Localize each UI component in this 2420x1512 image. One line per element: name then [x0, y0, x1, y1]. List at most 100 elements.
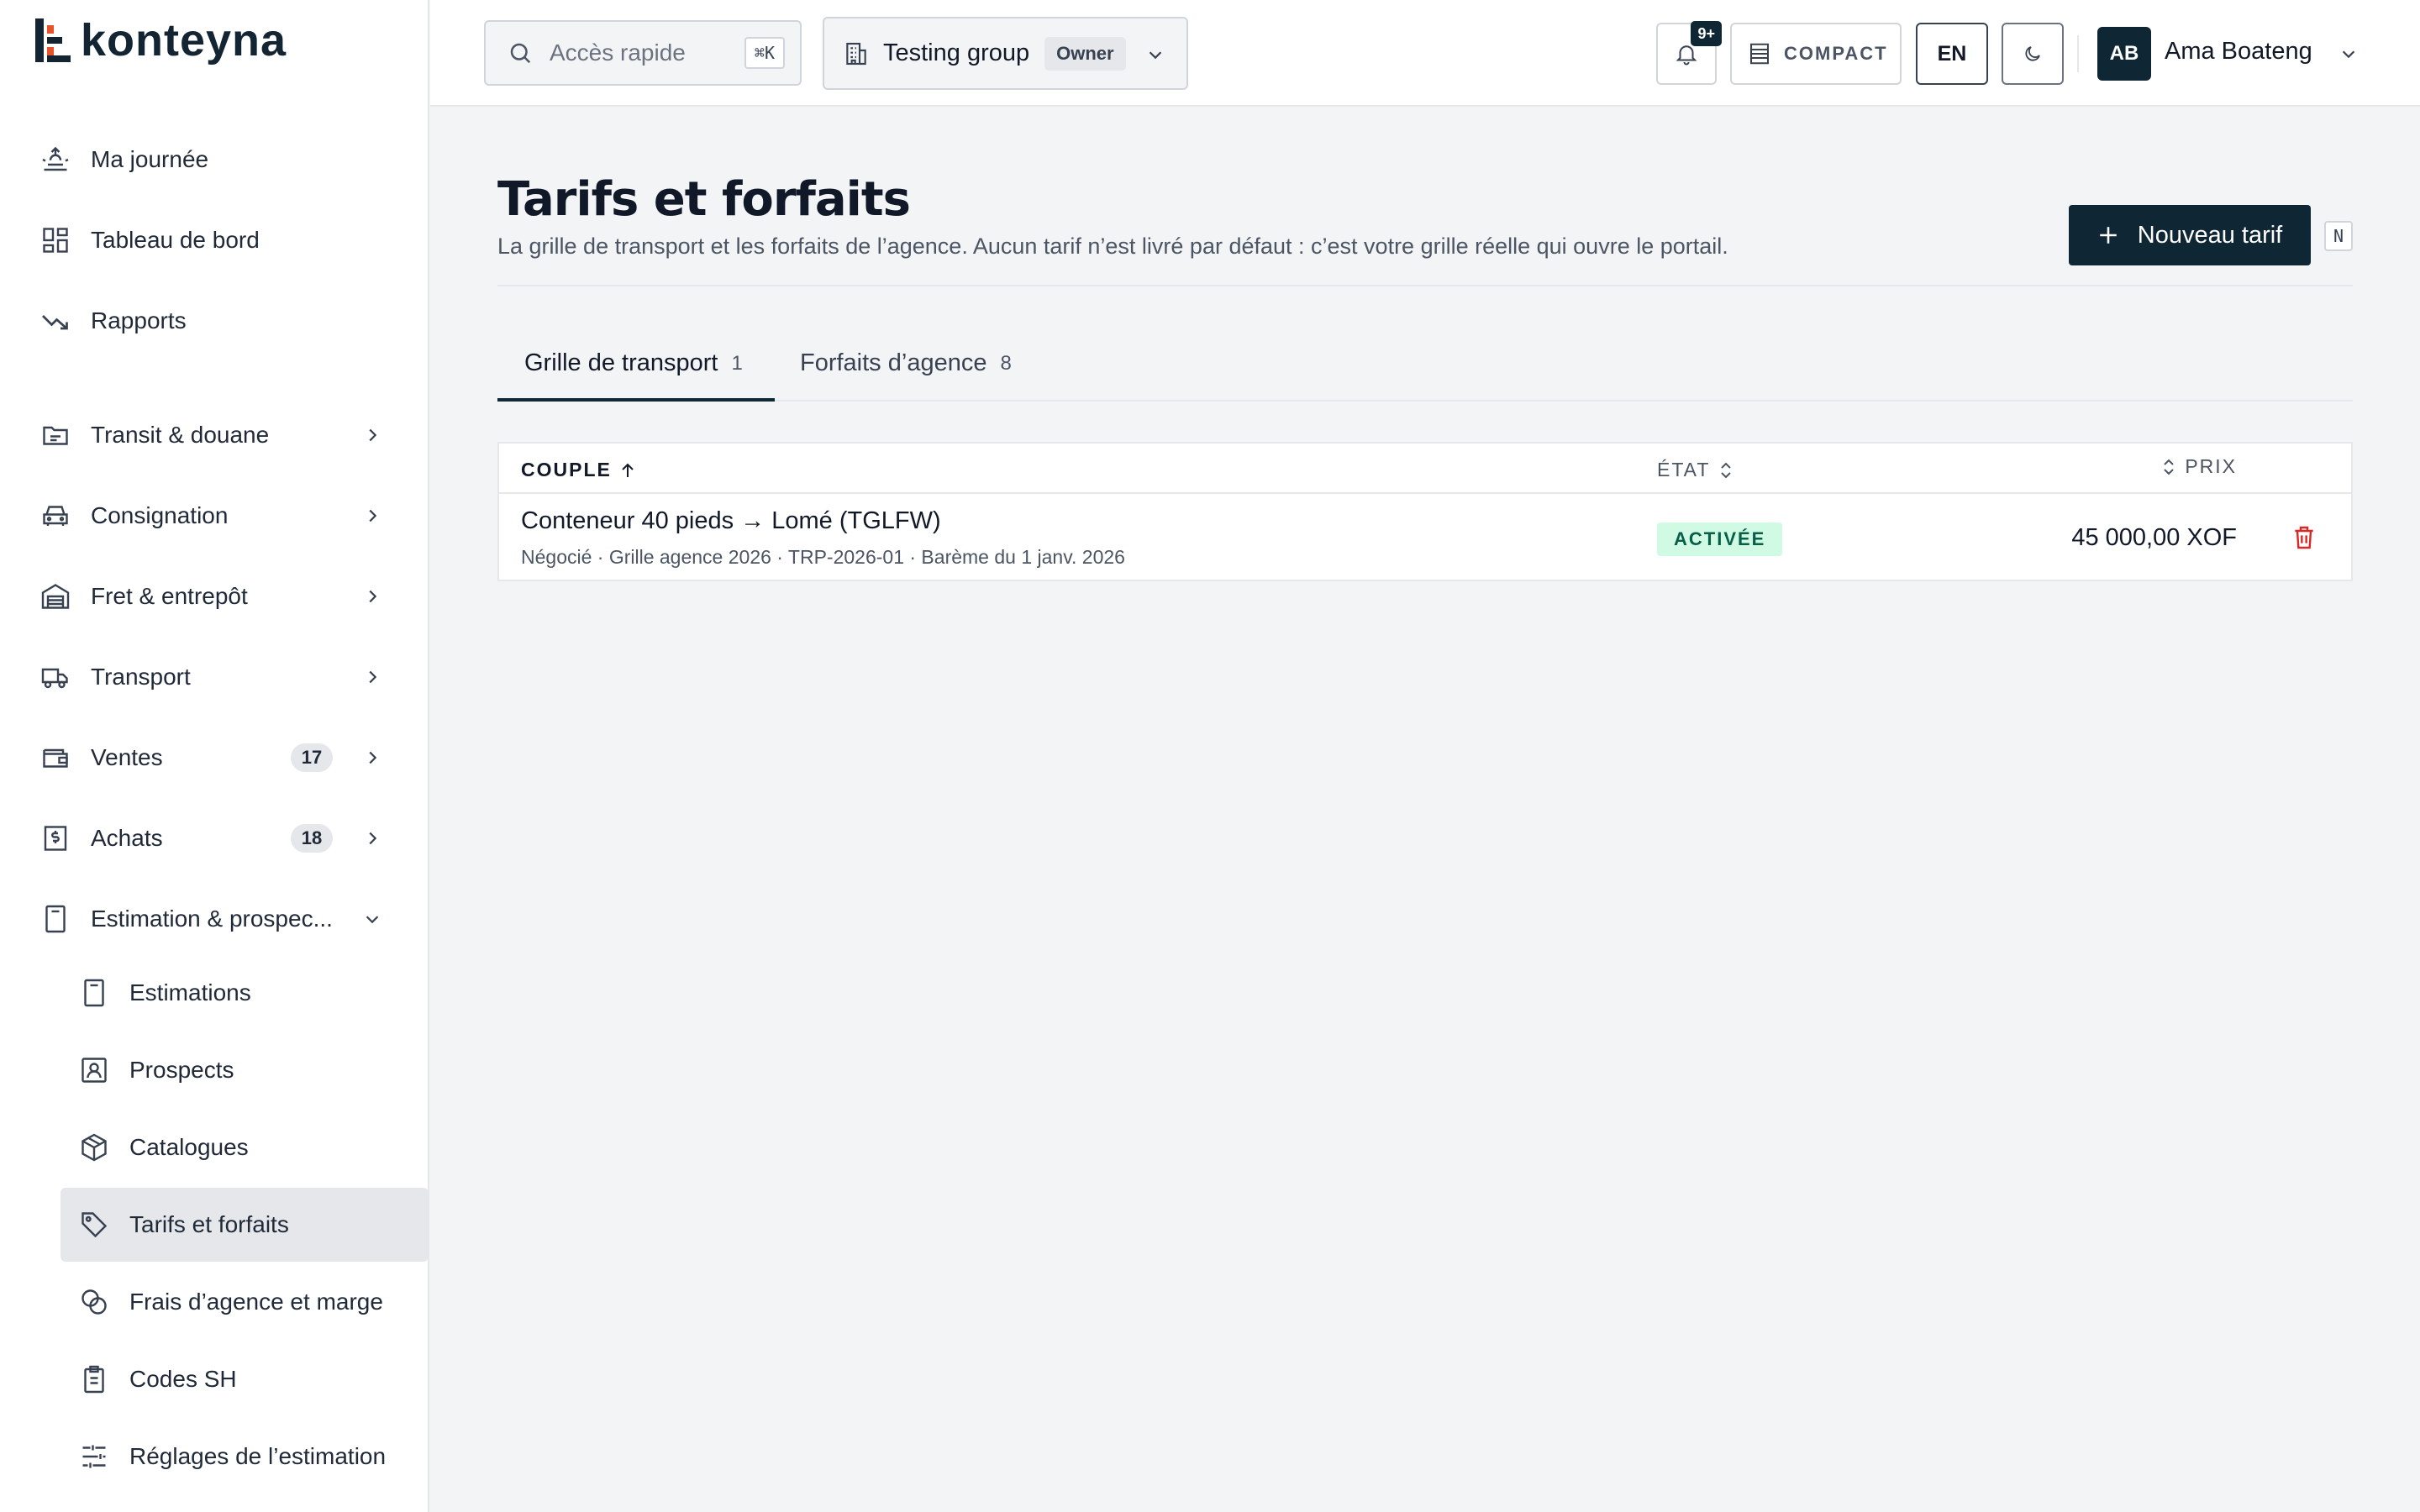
column-header-label: ÉTAT	[1657, 459, 1711, 480]
sort-icon	[2164, 459, 2175, 475]
user-name[interactable]: Ama Boateng	[2165, 38, 2312, 66]
moon-icon	[2025, 46, 2040, 61]
sidebar-item-label: Ma journée	[91, 146, 209, 172]
compact-toggle-button[interactable]: COMPACT	[1730, 23, 1902, 85]
column-header-prix[interactable]: PRIX	[2161, 455, 2237, 478]
sidebar-item-ventes[interactable]: Ventes 17	[40, 721, 408, 795]
sidebar-item-estimation-prospection[interactable]: Estimation & prospec...	[40, 882, 408, 956]
chevron-right-icon	[369, 751, 377, 764]
chevron-right-icon	[369, 509, 377, 522]
tariffs-table: COUPLE ÉTAT PRIX Conteneur 40 pieds → Lo…	[497, 442, 2353, 581]
org-name: Testing group	[883, 39, 1030, 66]
new-tariff-shortcut: N	[2324, 221, 2353, 251]
sidebar-item-tableau-de-bord[interactable]: Tableau de bord	[40, 203, 408, 277]
sidebar-item-fret-entrepot[interactable]: Fret & entrepôt	[40, 559, 408, 633]
page-subtitle: La grille de transport et les forfaits d…	[497, 234, 1728, 259]
column-header-label: COUPLE	[521, 459, 612, 480]
logo-text: konteyna	[81, 15, 287, 66]
sidebar-item-label: Tarifs et forfaits	[129, 1211, 289, 1237]
sidebar-item-label: Consignation	[91, 502, 229, 528]
chevron-right-icon	[369, 428, 377, 442]
sidebar-item-reglages-estimation[interactable]: Réglages de l’estimation	[60, 1420, 429, 1494]
sidebar-item-label: Transit & douane	[91, 422, 270, 448]
sidebar-item-codes-sh[interactable]: Codes SH	[60, 1342, 429, 1416]
car-icon	[43, 506, 68, 526]
table-row[interactable]: Conteneur 40 pieds → Lomé (TGLFW) Négoci…	[499, 494, 2351, 581]
language-button[interactable]: EN	[1916, 23, 1988, 85]
sidebar-item-label: Estimations	[129, 979, 251, 1005]
chevron-right-icon	[369, 832, 377, 845]
sidebar-item-achats[interactable]: Achats 18	[40, 801, 408, 875]
compact-label: COMPACT	[1784, 43, 1888, 64]
sidebar-item-label: Fret & entrepôt	[91, 583, 248, 609]
konteyna-logo-icon	[35, 18, 71, 62]
sidebar-item-label: Réglages de l’estimation	[129, 1443, 387, 1469]
plus-icon	[2100, 227, 2117, 244]
chevron-down-icon[interactable]	[2339, 45, 2358, 63]
sidebar-item-rapports[interactable]: Rapports	[40, 284, 408, 358]
sidebar-item-label: Ventes	[91, 744, 163, 770]
notification-count-badge: 9+	[1691, 21, 1722, 46]
chevron-down-icon	[1149, 51, 1162, 60]
sidebar-item-transit-douane[interactable]: Transit & douane	[40, 398, 408, 472]
search-placeholder: Accès rapide	[550, 39, 686, 66]
divider	[2077, 35, 2079, 72]
column-header-couple[interactable]: COUPLE	[521, 459, 635, 481]
calculator-icon	[84, 979, 104, 1007]
topbar: Accès rapide ⌘K Testing group Owner 9+ C…	[430, 0, 2420, 107]
org-role-badge: Owner	[1044, 36, 1126, 71]
sidebar-item-transport[interactable]: Transport	[40, 640, 408, 714]
sidebar-item-prospects[interactable]: Prospects	[60, 1033, 429, 1107]
page-title: Tarifs et forfaits	[497, 172, 911, 227]
tab-count: 8	[1000, 352, 1012, 375]
divider	[497, 285, 2353, 286]
table-header: COUPLE ÉTAT PRIX	[499, 444, 2351, 494]
new-tariff-label: Nouveau tarif	[2137, 221, 2283, 249]
tab-grille-transport[interactable]: Grille de transport 1	[497, 334, 775, 402]
sidebar-item-frais-agence-marge[interactable]: Frais d’agence et marge	[60, 1265, 429, 1339]
sidebar: konteyna Ma journée Tableau de bord Rapp…	[0, 0, 429, 1512]
sidebar-item-estimations[interactable]: Estimations	[60, 956, 429, 1030]
theme-toggle-button[interactable]	[2002, 23, 2064, 85]
sidebar-item-label: Catalogues	[129, 1134, 249, 1160]
sidebar-item-label: Achats	[91, 825, 163, 851]
clipboard-icon	[84, 1365, 104, 1394]
tab-forfaits-agence[interactable]: Forfaits d’agence 8	[775, 334, 1027, 402]
sidebar-item-label: Frais d’agence et marge	[129, 1289, 383, 1315]
column-header-etat[interactable]: ÉTAT	[1657, 459, 1733, 481]
sidebar-item-catalogues[interactable]: Catalogues	[60, 1110, 429, 1184]
sidebar-item-consignation[interactable]: Consignation	[40, 479, 408, 553]
sidebar-item-label: Estimation & prospec...	[91, 906, 333, 932]
tariff-price: 45 000,00 XOF	[2071, 524, 2237, 551]
sort-icon	[1721, 462, 1732, 478]
chevron-right-icon	[369, 670, 377, 684]
search-icon	[510, 43, 531, 64]
trash-icon[interactable]	[2291, 524, 2317, 551]
count-badge: 17	[291, 743, 333, 772]
status-badge: ACTIVÉE	[1657, 522, 1783, 556]
avatar[interactable]: AB	[2097, 27, 2151, 81]
coins-icon	[82, 1289, 107, 1315]
warehouse-icon	[41, 584, 70, 609]
quick-access-search[interactable]: Accès rapide ⌘K	[484, 20, 802, 86]
trending-down-icon	[42, 315, 68, 330]
tag-icon	[82, 1212, 108, 1238]
rows-icon	[1750, 43, 1769, 65]
chevron-down-icon	[366, 916, 379, 924]
sidebar-item-label: Transport	[91, 664, 191, 690]
logo[interactable]: konteyna	[35, 17, 287, 64]
tabs: Grille de transport 1 Forfaits d’agence …	[497, 334, 2353, 402]
notifications-button[interactable]: 9+	[1656, 21, 1722, 85]
calculator-icon	[45, 905, 66, 933]
sidebar-item-tarifs-et-forfaits[interactable]: Tarifs et forfaits	[60, 1188, 429, 1262]
organization-switcher[interactable]: Testing group Owner	[823, 17, 1188, 90]
sidebar-item-ma-journee[interactable]: Ma journée	[40, 123, 408, 197]
count-badge: 18	[291, 824, 333, 853]
contact-icon	[82, 1058, 107, 1083]
tariff-route[interactable]: Conteneur 40 pieds → Lomé (TGLFW)	[521, 507, 941, 535]
new-tariff-button[interactable]: Nouveau tarif	[2069, 205, 2311, 265]
sidebar-item-label: Tableau de bord	[91, 227, 260, 253]
tab-label: Forfaits d’agence	[800, 349, 987, 376]
truck-icon	[41, 668, 68, 689]
tab-label: Grille de transport	[524, 349, 718, 376]
